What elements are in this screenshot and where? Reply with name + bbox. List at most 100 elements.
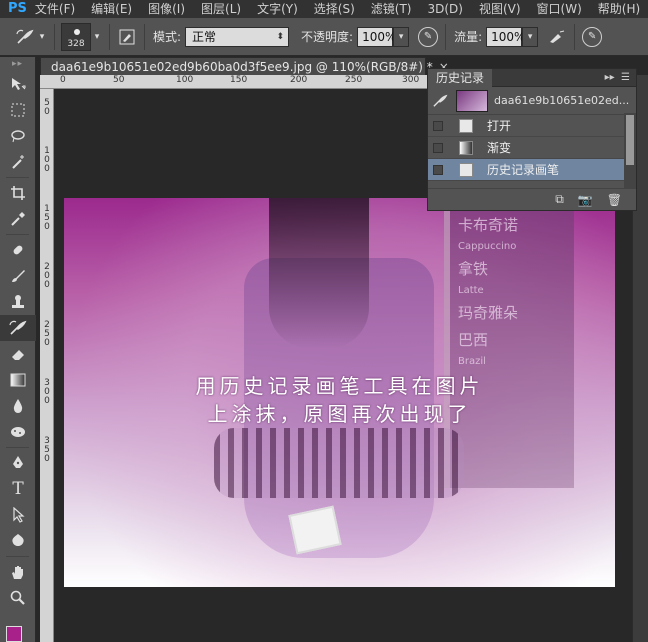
divider [445, 23, 447, 50]
options-bar: ▾ 328 ▾ 模式: 正常 ⬍ 不透明度: 100% ▾ ✎ 流量: 100%… [0, 18, 648, 56]
brush-preset-picker[interactable]: 328 [61, 22, 91, 51]
caption-line-1: 用历史记录画笔工具在图片 [195, 374, 484, 398]
divider [6, 177, 29, 178]
pressure-opacity-icon[interactable]: ✎ [417, 26, 439, 48]
divider [54, 23, 55, 50]
menu-window[interactable]: 窗口(W) [529, 0, 590, 18]
pressure-size-icon[interactable]: ✎ [581, 26, 603, 48]
menu-file[interactable]: 文件(F) [27, 0, 83, 18]
ruler-label: 0 [44, 454, 50, 464]
board-text: 玛奇雅朵 [458, 304, 519, 322]
lace-pattern [214, 428, 464, 498]
ruler-label: 150 [230, 75, 248, 85]
airbrush-icon[interactable] [546, 26, 568, 48]
menu-3d[interactable]: 3D(D) [419, 0, 470, 18]
history-brush-tool-icon[interactable] [0, 315, 36, 341]
opacity-input[interactable]: 100% [357, 26, 396, 47]
new-snapshot-camera-icon[interactable]: 📷 [578, 193, 593, 207]
history-state-label: 打开 [487, 119, 512, 133]
mode-label: 模式: [153, 30, 182, 44]
history-panel-footer: ⧉ 📷 🗑 [428, 188, 636, 210]
delete-trash-icon[interactable]: 🗑 [607, 193, 622, 207]
brush-size-value: 328 [67, 38, 85, 49]
flow-control[interactable]: 100% ▾ [486, 26, 539, 47]
menu-filter[interactable]: 滤镜(T) [363, 0, 420, 18]
ruler-label: 50 [113, 75, 125, 85]
ruler-label: 0 [44, 280, 50, 290]
ruler-label: 0 [60, 75, 66, 85]
move-tool-icon[interactable] [0, 71, 36, 97]
zoom-tool-icon[interactable] [0, 585, 36, 611]
lasso-tool-icon[interactable] [0, 123, 36, 149]
new-document-from-state-icon[interactable]: ⧉ [555, 192, 564, 207]
brush-picker-chevron-icon[interactable]: ▾ [91, 26, 103, 48]
menu-help[interactable]: 帮助(H) [590, 0, 648, 18]
history-snapshot[interactable]: daa61e9b10651e02ed... [428, 87, 636, 115]
select-arrows-icon: ⬍ [276, 31, 285, 42]
tool-preset-chevron-icon[interactable]: ▾ [36, 26, 48, 48]
ruler-label: 0 [44, 338, 50, 348]
history-state-label: 历史记录画笔 [487, 163, 560, 177]
menu-image[interactable]: 图像(I) [140, 0, 193, 18]
healing-brush-tool-icon[interactable] [0, 237, 36, 263]
tools-panel: ▸▸ T [0, 57, 36, 642]
gradient-tool-icon[interactable] [0, 367, 36, 393]
custom-shape-tool-icon[interactable] [0, 528, 36, 554]
document-image[interactable]: 卡布奇诺 Cappuccino 拿铁 Latte 玛奇雅朵 巴西 Brazil … [64, 198, 615, 587]
history-source-checkbox[interactable] [433, 142, 443, 153]
gradient-icon [459, 140, 473, 155]
menu-select[interactable]: 选择(S) [306, 0, 363, 18]
clone-stamp-tool-icon[interactable] [0, 289, 36, 315]
history-panel: 历史记录 ▸▸ ☰ daa61e9b10651e02ed... 打开 渐变 历史… [427, 68, 637, 211]
ruler-label: 0 [44, 164, 50, 174]
history-state-history-brush[interactable]: 历史记录画笔 [428, 159, 636, 181]
history-brush-tool-icon[interactable] [14, 26, 36, 48]
menu-view[interactable]: 视图(V) [471, 0, 529, 18]
brush-tip-icon [74, 28, 80, 35]
history-state-open[interactable]: 打开 [428, 115, 636, 137]
document-icon [459, 162, 473, 177]
history-scrollbar-thumb[interactable] [626, 115, 634, 165]
brush-tool-icon[interactable] [0, 263, 36, 289]
magic-wand-tool-icon[interactable] [0, 149, 36, 175]
menu-type[interactable]: 文字(Y) [249, 0, 306, 18]
menu-edit[interactable]: 编辑(E) [83, 0, 140, 18]
pen-tool-icon[interactable] [0, 450, 36, 476]
document-tab[interactable]: daa61e9b10651e02ed9b60ba0d3f5ee9.jpg @ 1… [40, 57, 449, 75]
blur-tool-icon[interactable] [0, 393, 36, 419]
menu-bar: PS 文件(F) 编辑(E) 图像(I) 图层(L) 文字(Y) 选择(S) 滤… [0, 0, 648, 18]
opacity-dropdown-icon[interactable]: ▾ [393, 26, 410, 47]
eraser-tool-icon[interactable] [0, 341, 36, 367]
blend-mode-select[interactable]: 正常 ⬍ [185, 26, 290, 47]
flow-input[interactable]: 100% [486, 26, 525, 47]
panel-menu-icon[interactable]: ▸▸ ☰ [605, 72, 636, 83]
divider [6, 447, 29, 448]
ruler-label: 300 [402, 75, 420, 85]
history-scrollbar[interactable] [624, 113, 636, 189]
flow-label: 流量: [454, 30, 483, 44]
history-brush-source-icon[interactable] [432, 94, 448, 108]
divider [574, 23, 576, 50]
sponge-tool-icon[interactable] [0, 419, 36, 445]
opacity-label: 不透明度: [301, 30, 354, 44]
crop-tool-icon[interactable] [0, 180, 36, 206]
opacity-control[interactable]: 100% ▾ [357, 26, 410, 47]
marquee-tool-icon[interactable] [0, 97, 36, 123]
hand-tool-icon[interactable] [0, 559, 36, 585]
menu-layer[interactable]: 图层(L) [193, 0, 249, 18]
blend-mode-value: 正常 [192, 29, 217, 44]
history-source-checkbox[interactable] [433, 164, 443, 175]
history-source-checkbox[interactable] [433, 120, 443, 131]
eyedropper-tool-icon[interactable] [0, 206, 36, 232]
divider [6, 234, 29, 235]
history-state-gradient[interactable]: 渐变 [428, 137, 636, 159]
path-selection-tool-icon[interactable] [0, 502, 36, 528]
foreground-color-swatch[interactable] [6, 626, 22, 642]
board-text: Brazil [458, 356, 486, 367]
brush-panel-toggle-icon[interactable] [116, 26, 138, 48]
history-tab[interactable]: 历史记录 [428, 68, 493, 87]
toolbar-collapse-icon[interactable]: ▸▸ [0, 57, 35, 71]
type-tool-icon[interactable]: T [0, 476, 36, 502]
document-title: daa61e9b10651e02ed9b60ba0d3f5ee9.jpg @ 1… [51, 59, 433, 74]
flow-dropdown-icon[interactable]: ▾ [522, 26, 539, 47]
